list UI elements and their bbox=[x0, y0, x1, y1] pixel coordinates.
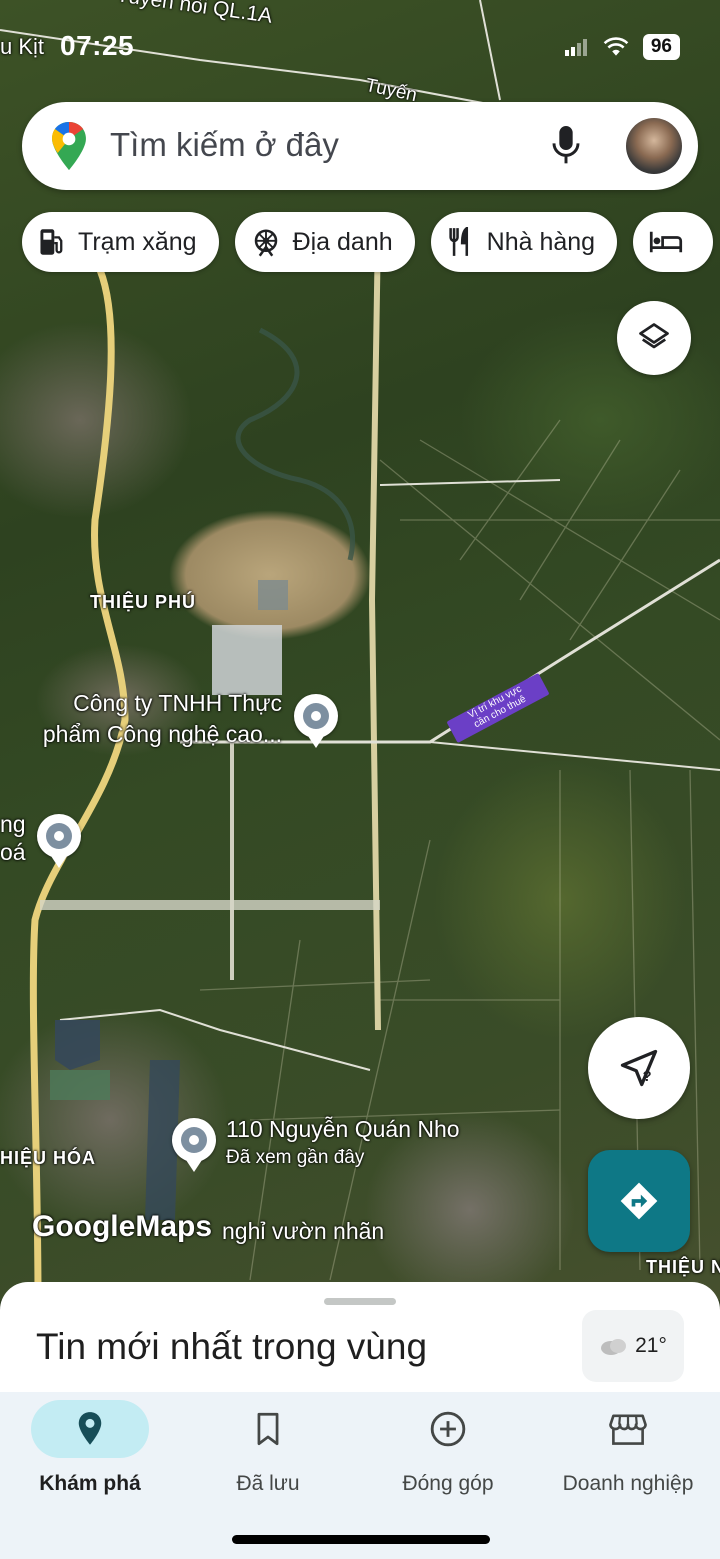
chip-landmark[interactable]: Địa danh bbox=[234, 212, 415, 272]
place-name-line2: oá bbox=[0, 839, 26, 865]
svg-text:?: ? bbox=[643, 1069, 652, 1085]
gas-station-icon bbox=[40, 229, 63, 255]
storefront-icon bbox=[609, 1414, 647, 1445]
restaurant-icon bbox=[448, 227, 468, 256]
bookmark-icon bbox=[257, 1412, 279, 1446]
nav-item-explore[interactable]: Khám phá bbox=[0, 1400, 180, 1510]
search-bar[interactable]: Tìm kiếm ở đây bbox=[22, 102, 698, 190]
cloud-icon bbox=[601, 1339, 627, 1355]
place-name: 110 Nguyễn Quán Nho bbox=[226, 1116, 460, 1142]
category-chips: Trạm xăng Địa danh Nhà hàng bbox=[22, 212, 714, 272]
area-label-thieu-phu: THIỆU PHÚ bbox=[90, 592, 197, 612]
chip-restaurant[interactable]: Nhà hàng bbox=[430, 212, 618, 272]
watermark-google: Google bbox=[32, 1210, 136, 1243]
navigation-question-icon: ? bbox=[620, 1049, 658, 1087]
google-maps-watermark: GoogleMaps bbox=[32, 1210, 212, 1244]
directions-icon bbox=[620, 1182, 658, 1220]
chip-hotel[interactable] bbox=[633, 212, 714, 272]
nav-item-contribute[interactable]: Đóng góp bbox=[358, 1400, 538, 1510]
chip-label: Nhà hàng bbox=[486, 227, 596, 256]
nav-item-business[interactable]: Doanh nghiệp bbox=[538, 1400, 718, 1510]
add-circle-icon bbox=[430, 1411, 466, 1447]
status-map-fragment: u Kịt bbox=[0, 34, 45, 59]
nav-label: Đã lưu bbox=[236, 1472, 300, 1495]
nav-label: Khám phá bbox=[39, 1472, 141, 1495]
status-bar: u Kịt 07:25 96 bbox=[0, 0, 720, 95]
layers-button[interactable] bbox=[617, 301, 691, 375]
status-icons: 96 bbox=[564, 34, 680, 60]
place-name-line1: Công ty TNHH Thực bbox=[73, 690, 282, 716]
battery-indicator: 96 bbox=[642, 34, 680, 60]
chip-label: Trạm xăng bbox=[78, 227, 197, 256]
place-label-cong-ty[interactable]: Công ty TNHH Thực phẩm Công nghệ cao... bbox=[14, 688, 282, 750]
avatar[interactable] bbox=[626, 118, 682, 174]
layers-icon bbox=[639, 323, 669, 349]
home-indicator[interactable] bbox=[232, 1535, 490, 1544]
chip-label: Địa danh bbox=[292, 227, 393, 256]
google-maps-pin-icon bbox=[52, 122, 86, 170]
status-time: 07:25 bbox=[60, 30, 135, 61]
temperature: 21° bbox=[635, 1334, 667, 1357]
map-view[interactable]: Tuyến nối QL.1A Tuyến THIỆU PHÚ HIỆU HÓA… bbox=[0, 0, 720, 1300]
weather-badge[interactable]: 21° bbox=[582, 1310, 684, 1382]
place-label-bottom: nghỉ vườn nhãn bbox=[222, 1218, 385, 1244]
bottom-navigation: Khám phá Đã lưu Đóng góp Doanh nghiệp bbox=[0, 1392, 720, 1559]
search-input[interactable]: Tìm kiếm ở đây bbox=[110, 126, 339, 164]
place-name-line2: phẩm Công nghệ cao... bbox=[42, 721, 282, 747]
place-pin-icon[interactable] bbox=[37, 814, 81, 868]
place-name-line1: ng bbox=[0, 811, 26, 837]
directions-button[interactable] bbox=[588, 1150, 690, 1252]
place-label-partial[interactable]: ng oá bbox=[0, 810, 26, 866]
nav-label: Đóng góp bbox=[402, 1472, 494, 1495]
nav-label: Doanh nghiệp bbox=[562, 1472, 694, 1495]
wifi-icon bbox=[603, 37, 629, 56]
sheet-drag-handle[interactable] bbox=[324, 1298, 396, 1305]
microphone-icon[interactable] bbox=[550, 124, 582, 168]
area-label-thieu-n: THIỆU N bbox=[646, 1257, 720, 1277]
location-unknown-button[interactable]: ? bbox=[588, 1017, 690, 1119]
explore-pin-icon bbox=[78, 1412, 102, 1445]
place-pin-icon[interactable] bbox=[294, 694, 338, 748]
place-label-recent[interactable]: 110 Nguyễn Quán Nho Đã xem gần đây bbox=[226, 1116, 460, 1169]
bottom-sheet[interactable]: Tin mới nhất trong vùng 21° bbox=[0, 1282, 720, 1402]
area-label-hieu-hoa: HIỆU HÓA bbox=[0, 1148, 97, 1168]
landmark-icon bbox=[254, 229, 277, 257]
recent-place-pin-icon[interactable] bbox=[172, 1118, 216, 1172]
chip-gas-station[interactable]: Trạm xăng bbox=[22, 212, 219, 272]
sheet-title: Tin mới nhất trong vùng bbox=[36, 1326, 428, 1367]
hotel-icon bbox=[649, 231, 683, 253]
nav-item-saved[interactable]: Đã lưu bbox=[178, 1400, 358, 1510]
watermark-maps: Maps bbox=[135, 1210, 213, 1243]
place-subtitle: Đã xem gần đây bbox=[226, 1147, 365, 1168]
cellular-signal-icon bbox=[564, 39, 587, 56]
